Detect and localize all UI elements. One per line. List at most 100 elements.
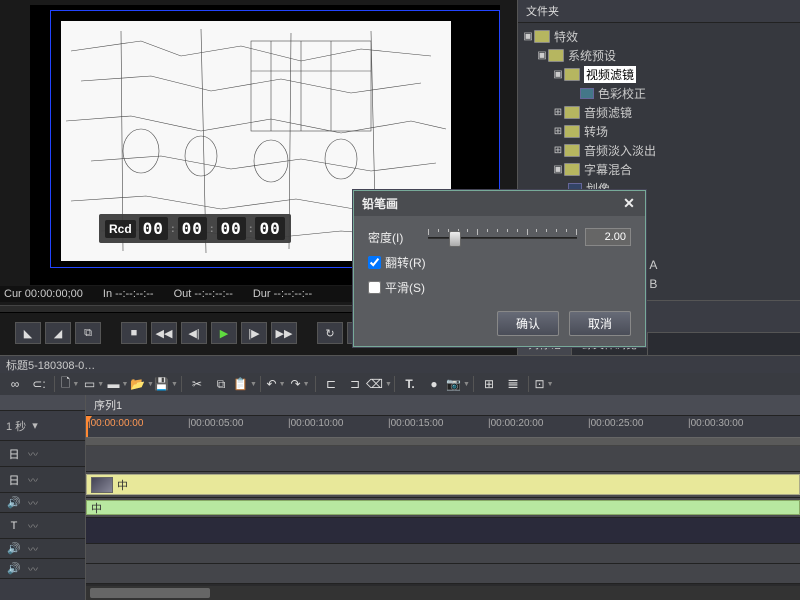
redo-icon[interactable]: ↷▼ [289,375,311,393]
effects-header: 文件夹 [518,0,800,23]
tree-audio-filters[interactable]: ⊞音频滤镜 [518,103,800,122]
invert-label: 翻转(R) [385,254,426,271]
tree-video-filters[interactable]: ▣视频滤镜 [518,65,800,84]
timeline-track-headers: 1 秒 ▾ 日〰 日〰 🔊〰 T〰 🔊〰 🔊〰 [0,395,86,600]
dialog-titlebar[interactable]: 铅笔画 ✕ [354,191,645,216]
tool-b-button[interactable]: ◢ [45,322,71,344]
loop-button[interactable]: ↻ [317,322,343,344]
settings-icon[interactable]: 𝌆 [502,375,524,393]
tc-seconds: 00 [217,217,246,240]
tree-transitions[interactable]: ⊞转场 [518,122,800,141]
close-icon[interactable]: ✕ [621,196,637,212]
tree-audio-fade[interactable]: ⊞音频淡入淡出 [518,141,800,160]
track-a2-lane[interactable] [86,544,800,564]
copy-icon[interactable]: ⧉ [210,375,232,393]
audio-clip[interactable]: 中 [86,500,800,515]
status-in: In --:--:--:-- [103,288,154,300]
tc-frames: 00 [255,217,284,240]
video-clip[interactable]: 中 [86,474,800,495]
layout-icon[interactable]: ⊡▼ [533,375,555,393]
tool-ripple[interactable]: ▬▼ [107,375,129,393]
timeline-scrollbar[interactable] [86,586,800,600]
timeline-tracks[interactable]: 序列1 |00:00:00:00 |00:00:05:00 |00:00:10:… [86,395,800,600]
tool-c-button[interactable]: ⧉ [75,322,101,344]
title-icon[interactable]: T. [399,375,421,393]
smooth-checkbox[interactable] [368,281,381,294]
track-v2-header[interactable]: 日〰 [0,441,85,467]
slider-thumb[interactable] [449,231,461,247]
transport-controls: ◣ ◢ ⧉ ■ ◀◀ ◀| ▶ |▶ ▶▶ ↻ ◧ [15,322,373,344]
ruler-tick: |00:00:10:00 [288,418,343,429]
ok-button[interactable]: 确认 [497,311,559,336]
new-icon[interactable]: 🗋▼ [59,375,81,393]
wave-icon: 〰 [28,472,38,487]
prev-frame-button[interactable]: ◀| [181,322,207,344]
trim-in-icon[interactable]: ⊏ [320,375,342,393]
folder-icon [564,144,580,157]
forward-button[interactable]: ▶▶ [271,322,297,344]
cut-icon[interactable]: ✂ [186,375,208,393]
ruler-tick: |00:00:30:00 [688,418,743,429]
link-icon[interactable]: ∞ [4,375,26,393]
wave-icon: 〰 [28,541,38,556]
tool-a-button[interactable]: ◣ [15,322,41,344]
ruler-bar[interactable] [86,438,800,446]
sequence-tab[interactable]: 序列1 [86,395,800,416]
open-icon[interactable]: 📂▼ [131,375,153,393]
status-dur: Dur --:--:--:-- [253,288,312,300]
cancel-button[interactable]: 取消 [569,311,631,336]
playhead[interactable] [86,416,88,437]
track-t-lane[interactable] [86,518,800,544]
track-a1-lane[interactable]: 中 [86,498,800,518]
track-v1-lane[interactable]: 中 [86,472,800,498]
grid-icon[interactable]: ⊞ [478,375,500,393]
tree-color-correction[interactable]: 色彩校正 [518,84,800,103]
wave-icon: 〰 [28,495,38,510]
paste-icon[interactable]: 📋▼ [234,375,256,393]
folder-icon [548,49,564,62]
undo-icon[interactable]: ↶▼ [265,375,287,393]
scroll-thumb[interactable] [90,588,210,598]
timeline-ruler[interactable]: |00:00:00:00 |00:00:05:00 |00:00:10:00 |… [86,416,800,438]
delete-icon[interactable]: ⌫▼ [368,375,390,393]
track-t-header[interactable]: T〰 [0,513,85,539]
tree-system-presets[interactable]: ▣系统预设 [518,46,800,65]
smooth-row: 平滑(S) [368,279,631,296]
density-slider[interactable] [428,233,577,241]
next-frame-button[interactable]: |▶ [241,322,267,344]
play-button[interactable]: ▶ [211,322,237,344]
tc-hours: 00 [139,217,168,240]
trim-out-icon[interactable]: ⊐ [344,375,366,393]
status-cur: Cur 00:00:00;00 [4,288,83,300]
project-name[interactable]: 标题5-180308-0… [6,357,95,373]
tree-root-effects[interactable]: ▣特效 [518,27,800,46]
track-a1-header[interactable]: 🔊〰 [0,493,85,513]
track-v2-lane[interactable] [86,446,800,472]
ruler-tick: |00:00:05:00 [188,418,243,429]
track-a2-header[interactable]: 🔊〰 [0,539,85,559]
timeline-scale[interactable]: 1 秒 ▾ [0,411,85,441]
tree-title-mix[interactable]: ▣字幕混合 [518,160,800,179]
rewind-button[interactable]: ◀◀ [151,322,177,344]
track-a3-header[interactable]: 🔊〰 [0,559,85,579]
magnet-icon[interactable]: ⊂: [28,375,50,393]
save-icon[interactable]: 💾▼ [155,375,177,393]
track-a3-lane[interactable] [86,564,800,584]
track-header-spacer [0,395,85,411]
camera-icon[interactable]: 📷▼ [447,375,469,393]
timeline-toolbar: ∞ ⊂: 🗋▼ ▭▼ ▬▼ 📂▼ 💾▼ ✂ ⧉ 📋▼ ↶▼ ↷▼ ⊏ ⊐ ⌫▼ … [0,373,800,395]
density-label: 密度(I) [368,229,420,246]
ruler-tick: |00:00:15:00 [388,418,443,429]
record-icon[interactable]: ● [423,375,445,393]
ruler-tick: |00:00:20:00 [488,418,543,429]
stop-button[interactable]: ■ [121,322,147,344]
track-v1-header[interactable]: 日〰 [0,467,85,493]
density-row: 密度(I) [368,228,631,246]
density-input[interactable] [585,228,631,246]
tool-blade[interactable]: ▭▼ [83,375,105,393]
folder-icon [564,68,580,81]
wave-icon: 〰 [28,446,38,461]
invert-row: 翻转(R) [368,254,631,271]
rec-indicator: Rcd [105,220,136,238]
invert-checkbox[interactable] [368,256,381,269]
